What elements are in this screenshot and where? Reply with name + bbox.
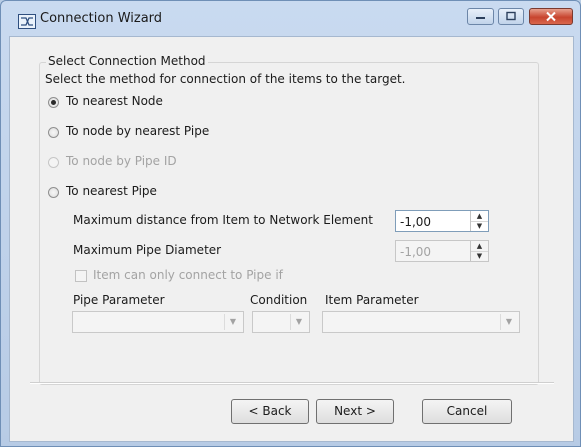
connection-wizard-window: Connection Wizard Select Connection Meth… [0, 0, 581, 447]
close-button[interactable] [529, 8, 573, 25]
max-diameter-value: -1,00 [400, 245, 432, 259]
title-bar: Connection Wizard [1, 1, 580, 29]
close-icon [546, 11, 556, 22]
chevron-down-icon: ▼ [500, 314, 517, 330]
minimize-icon [476, 17, 485, 19]
divider [30, 382, 554, 384]
minimize-button[interactable] [467, 8, 494, 25]
pipe-parameter-select: ▼ [72, 311, 244, 333]
item-parameter-label: Item Parameter [325, 293, 419, 307]
chevron-down-icon: ▼ [224, 314, 241, 330]
spinner-arrows: ▲ ▼ [470, 241, 488, 261]
radio-button-checked[interactable] [48, 97, 59, 108]
chevron-down-icon: ▼ [290, 314, 307, 330]
pipe-condition-checkbox-label: Item can only connect to Pipe if [93, 268, 283, 282]
max-distance-label: Maximum distance from Item to Network El… [73, 213, 373, 227]
radio-label: To nearest Pipe [66, 184, 157, 198]
radio-button[interactable] [48, 127, 59, 138]
radio-label: To node by nearest Pipe [66, 124, 210, 138]
pipe-parameter-label: Pipe Parameter [73, 293, 165, 307]
cancel-button[interactable]: Cancel [422, 399, 512, 424]
window-title: Connection Wizard [40, 11, 163, 26]
condition-label: Condition [250, 293, 308, 307]
connection-wizard-icon [18, 14, 36, 29]
connection-method-group: Select Connection Method Select the meth… [39, 54, 539, 385]
maximize-button[interactable] [498, 8, 524, 25]
pipe-condition-checkbox [75, 270, 87, 282]
group-title: Select Connection Method [46, 54, 208, 68]
max-diameter-spinner: -1,00 ▲ ▼ [395, 240, 489, 262]
maximize-icon [506, 11, 516, 21]
radio-button-disabled [48, 157, 59, 168]
radio-label: To nearest Node [66, 94, 163, 108]
arrow-down-icon: ▼ [476, 252, 483, 260]
arrow-down-icon[interactable]: ▼ [471, 221, 488, 231]
item-parameter-select: ▼ [322, 311, 520, 333]
dialog-body: Select Connection Method Select the meth… [9, 36, 574, 442]
max-diameter-label: Maximum Pipe Diameter [73, 243, 222, 257]
back-button[interactable]: < Back [231, 399, 309, 424]
condition-select: ▼ [252, 311, 310, 333]
next-button[interactable]: Next > [316, 399, 394, 424]
radio-label: To node by Pipe ID [66, 154, 177, 168]
max-distance-spinner[interactable]: -1,00 ▲ ▼ [395, 210, 489, 232]
group-description: Select the method for connection of the … [45, 72, 406, 86]
spinner-arrows[interactable]: ▲ ▼ [470, 211, 488, 231]
max-distance-value: -1,00 [400, 215, 432, 229]
radio-button[interactable] [48, 187, 59, 198]
